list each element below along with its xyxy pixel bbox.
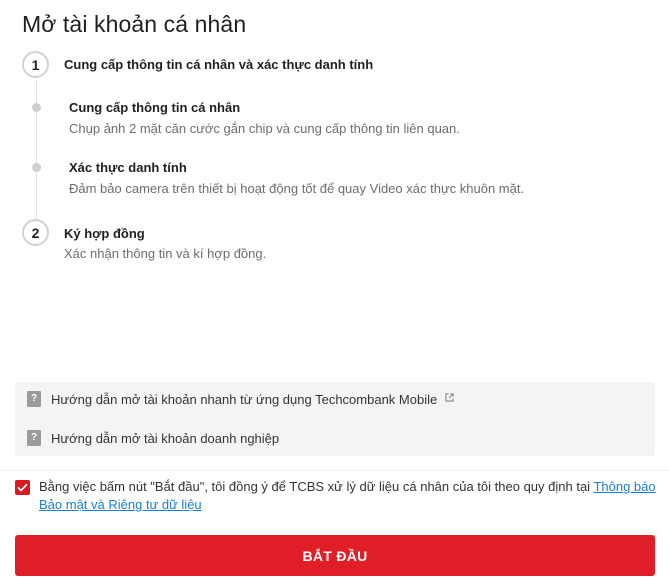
substep-2-dot — [32, 163, 41, 172]
step-1-title: Cung cấp thông tin cá nhân và xác thực d… — [64, 57, 374, 72]
help-icon: ? — [27, 430, 41, 446]
guide-text: Hướng dẫn mở tài khoản nhanh từ ứng dụng… — [51, 391, 438, 407]
step-2-description: Xác nhận thông tin và kí hợp đồng. — [64, 246, 267, 261]
substep-2-title: Xác thực danh tính — [69, 160, 187, 175]
guide-techcombank-mobile-link[interactable]: ? Hướng dẫn mở tài khoản nhanh từ ứng dụ… — [27, 391, 454, 407]
substep-2-description: Đảm bảo camera trên thiết bị hoạt động t… — [69, 181, 525, 196]
substep-1-title: Cung cấp thông tin cá nhân — [69, 100, 241, 115]
guide-box: ? Hướng dẫn mở tài khoản nhanh từ ứng dụ… — [15, 382, 655, 456]
step-2-indicator: 2 — [22, 219, 49, 246]
consent-row: Bằng việc bấm nút "Bắt đầu", tôi đồng ý … — [15, 478, 660, 514]
consent-text: Bằng việc bấm nút "Bắt đầu", tôi đồng ý … — [39, 478, 660, 514]
consent-statement: Bằng việc bấm nút "Bắt đầu", tôi đồng ý … — [39, 479, 594, 494]
guide-business-account-link[interactable]: ? Hướng dẫn mở tài khoản doanh nghiệp — [27, 430, 279, 446]
substep-1-dot — [32, 103, 41, 112]
substep-1-description: Chụp ảnh 2 mặt căn cước gắn chip và cung… — [69, 121, 460, 136]
step-rail — [36, 80, 37, 220]
start-button[interactable]: BẮT ĐẦU — [15, 535, 655, 576]
consent-checkbox[interactable] — [15, 480, 30, 495]
guide-label: Hướng dẫn mở tài khoản doanh nghiệp — [51, 430, 280, 446]
step-1-indicator: 1 — [22, 51, 49, 78]
check-icon — [17, 483, 28, 492]
divider — [0, 470, 669, 471]
step-2-title: Ký hợp đồng — [64, 226, 145, 241]
guide-label: Hướng dẫn mở tài khoản nhanh từ ứng dụng… — [51, 392, 454, 407]
external-link-icon — [445, 392, 454, 402]
page-title: Mở tài khoản cá nhân — [22, 11, 247, 37]
help-icon: ? — [27, 391, 41, 407]
